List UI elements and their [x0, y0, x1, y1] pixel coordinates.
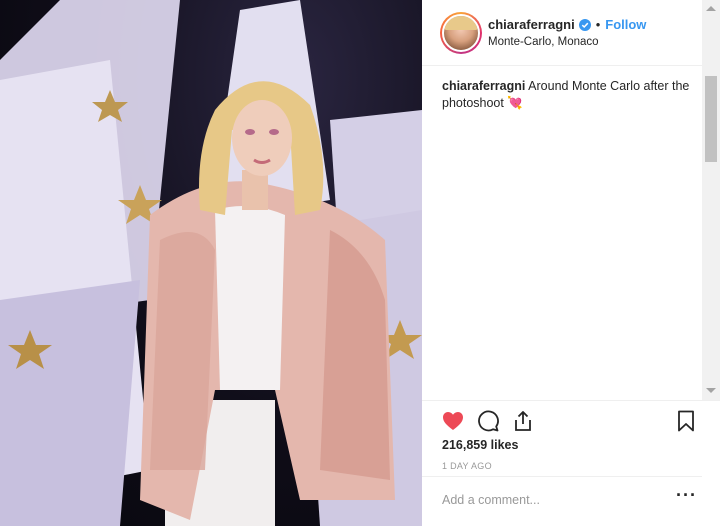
scroll-thumb[interactable]: [705, 76, 717, 162]
heart-icon[interactable]: [441, 409, 465, 433]
comment-input[interactable]: [442, 489, 652, 511]
avatar[interactable]: [440, 12, 482, 54]
post-header: chiaraferragni • Follow Monte-Carlo, Mon…: [422, 0, 702, 66]
post-caption: chiaraferragni Around Monte Carlo after …: [442, 78, 698, 112]
location-link[interactable]: Monte-Carlo, Monaco: [488, 36, 599, 48]
post-timestamp[interactable]: 1 DAY AGO: [442, 461, 492, 471]
separator-dot: •: [595, 17, 601, 32]
comment-icon[interactable]: [476, 409, 500, 433]
scroll-down-arrow-icon[interactable]: [706, 388, 716, 393]
caption-username[interactable]: chiaraferragni: [442, 79, 525, 93]
verified-badge-icon: [578, 18, 591, 31]
scroll-up-arrow-icon[interactable]: [706, 6, 716, 11]
username-row: chiaraferragni • Follow: [488, 17, 646, 32]
follow-button[interactable]: Follow: [605, 17, 646, 32]
post-details-panel: chiaraferragni • Follow Monte-Carlo, Mon…: [422, 0, 720, 526]
comment-bar: ···: [422, 476, 702, 526]
more-options-button[interactable]: ···: [676, 486, 696, 509]
post-actions: 216,859 likes 1 DAY AGO: [422, 400, 720, 480]
avatar-image: [442, 14, 480, 52]
photo-scene: [0, 0, 422, 526]
bookmark-icon[interactable]: [674, 409, 698, 433]
likes-count[interactable]: 216,859 likes: [442, 438, 518, 452]
post-photo[interactable]: [0, 0, 422, 526]
scrollbar[interactable]: [702, 0, 720, 400]
share-icon[interactable]: [511, 409, 535, 433]
username-link[interactable]: chiaraferragni: [488, 17, 575, 32]
